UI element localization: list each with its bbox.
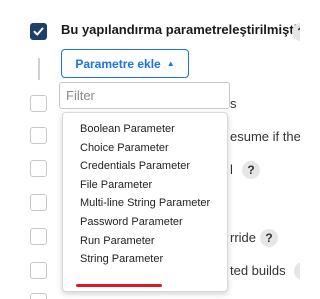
filter-input[interactable]: Filter [59,82,230,109]
caret-up-icon: ▲ [166,59,175,68]
help-icon-5[interactable]: ? [260,229,278,247]
option-label-1: s [230,96,237,111]
menu-item-file-parameter[interactable]: File Parameter [63,176,227,195]
option-label-6: ted builds [230,263,286,278]
build-configuration-panel: Bu yapılandırma parametreleştirilmiştir.… [0,0,300,299]
add-parameter-button[interactable]: Parametre ekle ▲ [61,49,189,78]
checkmark-icon [33,27,44,36]
menu-item-choice-parameter[interactable]: Choice Parameter [63,139,227,158]
option-checkbox-4[interactable] [30,194,47,211]
option-checkbox-7[interactable] [30,293,47,299]
option-checkbox-1[interactable] [30,95,47,112]
help-icon-3[interactable]: ? [242,161,260,179]
option-label-2: esume if the [230,129,300,144]
menu-item-credentials-parameter[interactable]: Credentials Parameter [63,157,227,176]
option-label-3: l [230,162,233,177]
help-icon-6[interactable]: ? [294,262,300,280]
highlight-underline [76,284,162,287]
option-label-5: rride [230,230,257,245]
option-checkbox-2[interactable] [30,127,47,144]
add-parameter-label: Parametre ekle [75,56,161,71]
nesting-line [38,58,40,80]
menu-item-password-parameter[interactable]: Password Parameter [63,213,227,232]
parameterized-label: Bu yapılandırma parametreleştirilmiştir. [61,22,300,37]
parameter-type-menu: Boolean Parameter Choice Parameter Crede… [62,112,228,292]
menu-item-multiline-string-parameter[interactable]: Multi-line String Parameter [63,194,227,213]
parameterized-checkbox[interactable] [30,23,47,40]
option-checkbox-3[interactable] [30,160,47,177]
menu-item-run-parameter[interactable]: Run Parameter [63,232,227,251]
help-icon[interactable]: ? [292,23,300,41]
option-checkbox-6[interactable] [30,262,47,279]
menu-item-string-parameter[interactable]: String Parameter [63,250,227,269]
option-checkbox-5[interactable] [30,228,47,245]
menu-item-boolean-parameter[interactable]: Boolean Parameter [63,120,227,139]
